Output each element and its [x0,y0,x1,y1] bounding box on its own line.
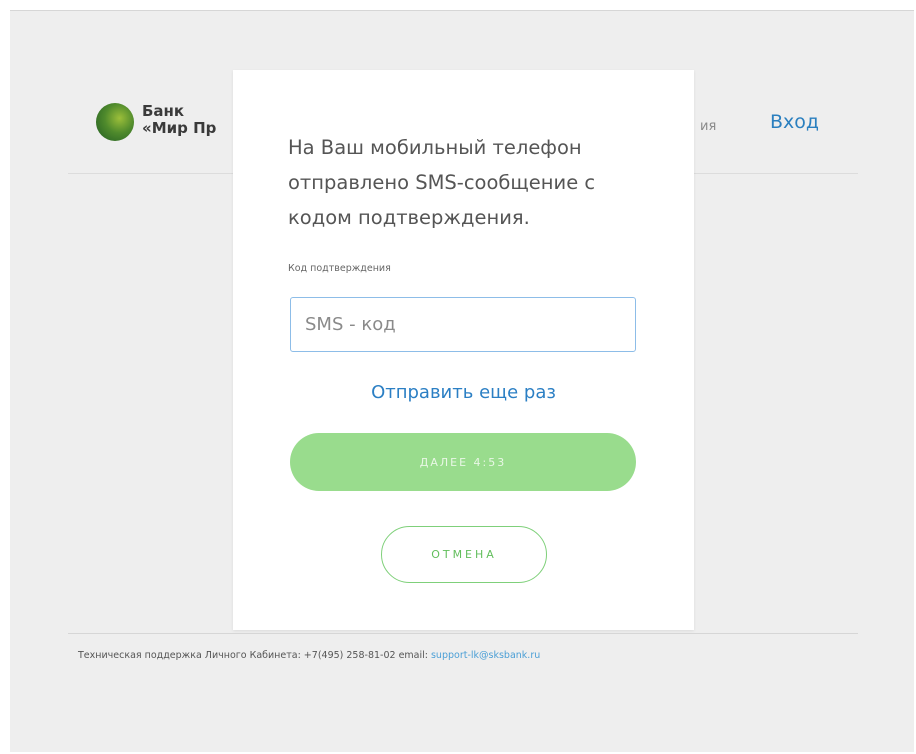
resend-code-link[interactable]: Отправить еще раз [233,382,694,403]
bank-name[interactable]: Банк «Мир Пр [142,103,216,137]
sms-code-input[interactable] [290,297,636,352]
footer-divider [68,633,858,634]
support-email-link[interactable]: support-lk@sksbank.ru [431,650,540,661]
support-text: Техническая поддержка Личного Кабинета: … [78,650,431,661]
sms-confirmation-modal: На Ваш мобильный телефон отправлено SMS-… [233,70,694,630]
bank-name-line1: Банк [142,102,185,120]
sms-sent-message: На Ваш мобильный телефон отправлено SMS-… [288,136,596,229]
nav-item-partial[interactable]: ия [700,119,716,134]
bank-name-line2: «Мир Пр [142,119,217,137]
support-footer: Техническая поддержка Личного Кабинета: … [78,650,540,661]
login-link[interactable]: Вход [770,111,819,133]
bank-logo-icon[interactable] [96,103,134,141]
next-button[interactable]: ДАЛЕЕ 4:53 [290,433,636,491]
confirmation-code-label: Код подтверждения [288,263,391,274]
cancel-button[interactable]: ОТМЕНА [381,526,547,583]
